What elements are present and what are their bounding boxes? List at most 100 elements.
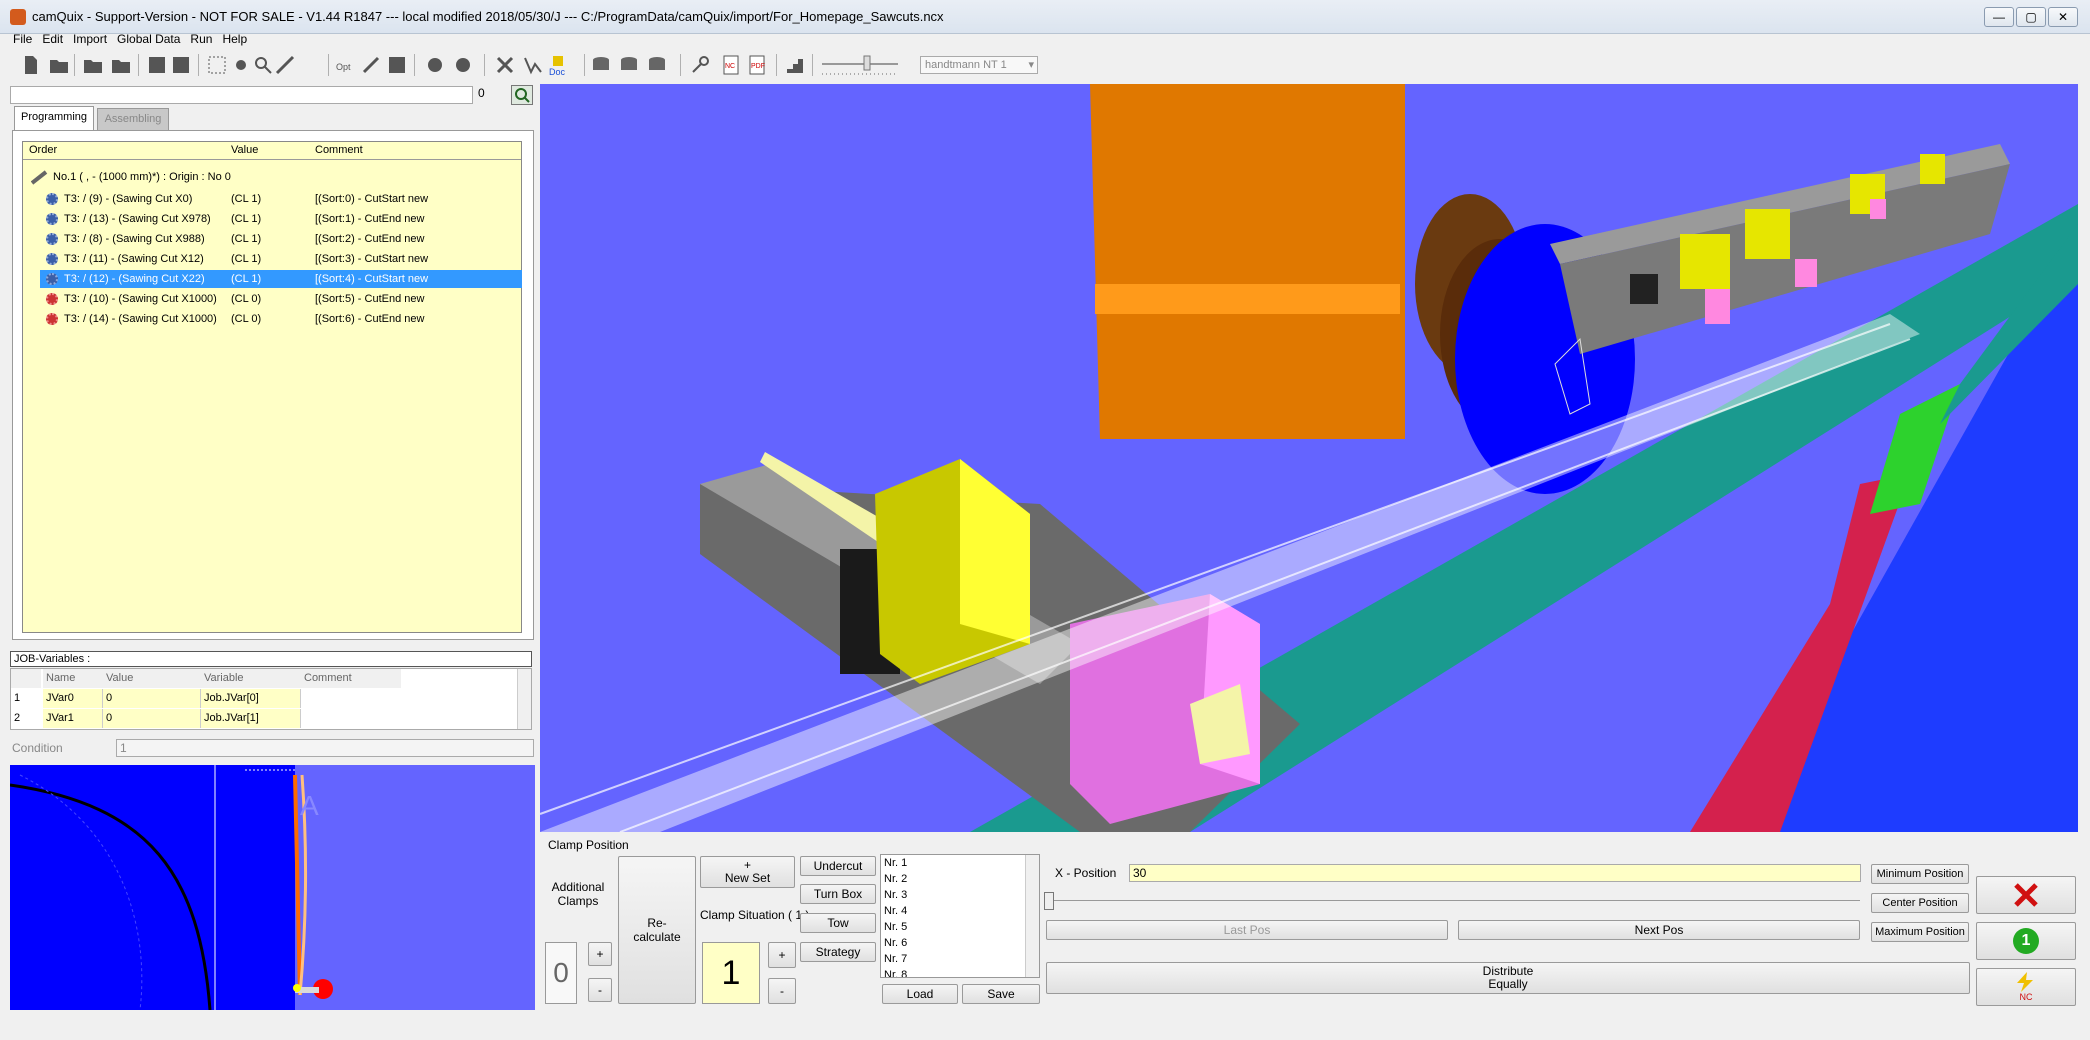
tree-row[interactable]: T3: / (9) - (Sawing Cut X0) (CL 1) [(Sort:… <box>40 190 522 208</box>
list-item[interactable]: Nr. 1 <box>881 855 1039 871</box>
save-as-icon[interactable] <box>170 54 192 76</box>
prev-situation-button[interactable]: - <box>768 978 796 1004</box>
search-icon[interactable] <box>511 85 533 105</box>
var-name[interactable]: JVar1 <box>43 709 103 728</box>
last-pos-button[interactable]: Last Pos <box>1046 920 1448 940</box>
var-variable[interactable]: Job.JVar[0] <box>201 689 301 708</box>
row-comment: [(Sort:0) - CutStart new <box>315 193 429 205</box>
list-item[interactable]: Nr. 8 <box>881 967 1039 977</box>
tree-row[interactable]: T3: / (13) - (Sawing Cut X978) (CL 1) [(So… <box>40 210 522 228</box>
var-name[interactable]: JVar0 <box>43 689 103 708</box>
hedgehog-alt-icon[interactable] <box>452 54 474 76</box>
menu-global-data[interactable]: Global Data <box>112 30 185 48</box>
load-button[interactable]: Load <box>882 984 958 1004</box>
tree-row[interactable]: T3: / (11) - (Sawing Cut X12) (CL 1) [(Sor… <box>40 250 522 268</box>
tree-row[interactable]: T3: / (8) - (Sawing Cut X988) (CL 1) [(Sor… <box>40 230 522 248</box>
var-variable[interactable]: Job.JVar[1] <box>201 709 301 728</box>
maximize-button[interactable]: ▢ <box>2016 7 2046 27</box>
menu-edit[interactable]: Edit <box>37 30 68 48</box>
clamp-list[interactable]: Nr. 1 Nr. 2 Nr. 3 Nr. 4 Nr. 5 Nr. 6 Nr. … <box>880 854 1040 978</box>
add-point-icon[interactable] <box>230 54 252 76</box>
new-file-icon[interactable] <box>20 54 42 76</box>
tab-assembling[interactable]: Assembling <box>97 108 169 130</box>
turn-box-button[interactable]: Turn Box <box>800 884 876 904</box>
recalculate-button[interactable]: Re- calculate <box>618 856 696 1004</box>
add-clamp-button[interactable]: + <box>588 942 612 966</box>
clamp-list-scrollbar[interactable] <box>1025 855 1039 977</box>
stairs-icon[interactable] <box>784 54 806 76</box>
doc-icon[interactable]: Doc <box>548 54 570 76</box>
ok-button[interactable]: 1 <box>1976 922 2076 960</box>
job-variables-table: Name Value Variable Comment 1 JVar0 0 Jo… <box>10 668 532 730</box>
zoom-icon[interactable] <box>252 54 274 76</box>
maximum-position-button[interactable]: Maximum Position <box>1871 922 1969 942</box>
tree-row-selected[interactable]: T3: / (12) - (Sawing Cut X22) (CL 1) [(Sor… <box>40 270 522 288</box>
cancel-button[interactable] <box>1976 876 2076 914</box>
save-button[interactable]: Save <box>962 984 1040 1004</box>
table-icon[interactable] <box>386 54 408 76</box>
distribute-equally-button[interactable]: Distribute Equally <box>1046 962 1970 994</box>
measure-icon[interactable] <box>274 54 296 76</box>
var-value[interactable]: 0 <box>103 709 201 728</box>
generate-nc-button[interactable]: NC <box>1976 968 2076 1006</box>
database-export-icon[interactable] <box>646 54 668 76</box>
list-item[interactable]: Nr. 5 <box>881 919 1039 935</box>
row-value: (CL 1) <box>231 233 262 245</box>
key-icon[interactable] <box>690 54 712 76</box>
list-item[interactable]: Nr. 2 <box>881 871 1039 887</box>
machine-select[interactable]: handtmann NT 1 ▾ <box>920 56 1038 74</box>
zoom-slider[interactable] <box>820 54 900 78</box>
next-pos-button[interactable]: Next Pos <box>1458 920 1860 940</box>
menu-run[interactable]: Run <box>185 30 217 48</box>
remove-clamp-button[interactable]: - <box>588 978 612 1002</box>
nc-file-icon[interactable]: NC <box>720 54 742 76</box>
new-set-button[interactable]: + New Set <box>700 856 795 888</box>
tree-row[interactable]: T3: / (14) - (Sawing Cut X1000) (CL 0) [(S… <box>40 310 522 328</box>
undercut-button[interactable]: Undercut <box>800 856 876 876</box>
minimize-button[interactable]: — <box>1984 7 2014 27</box>
graph-icon[interactable] <box>522 54 544 76</box>
grid-select-icon[interactable] <box>206 54 228 76</box>
tree-root[interactable]: No.1 ( , - (1000 mm)*) : Origin : No 0 <box>27 168 509 186</box>
tree-row[interactable]: T3: / (10) - (Sawing Cut X1000) (CL 0) [(S… <box>40 290 522 308</box>
condition-field[interactable] <box>116 739 534 757</box>
list-item[interactable]: Nr. 6 <box>881 935 1039 951</box>
tab-programming[interactable]: Programming <box>14 106 94 130</box>
menu-file[interactable]: File <box>8 30 37 48</box>
list-item[interactable]: Nr. 4 <box>881 903 1039 919</box>
database-icon[interactable] <box>590 54 612 76</box>
pen-icon[interactable] <box>360 54 382 76</box>
menu-help[interactable]: Help <box>217 30 252 48</box>
import-folder-icon[interactable] <box>82 54 104 76</box>
save-icon[interactable] <box>146 54 168 76</box>
delete-icon[interactable] <box>494 54 516 76</box>
tree-root-label: No.1 ( , - (1000 mm)*) : Origin : No 0 <box>53 171 231 183</box>
x-position-field[interactable] <box>1129 864 1861 882</box>
search-input[interactable] <box>10 86 473 104</box>
menu-import[interactable]: Import <box>68 30 112 48</box>
title-bar: camQuix - Support-Version - NOT FOR SALE… <box>0 0 2090 34</box>
list-item[interactable]: Nr. 3 <box>881 887 1039 903</box>
minimum-position-button[interactable]: Minimum Position <box>1871 864 1969 884</box>
pdf-file-icon[interactable]: PDF <box>746 54 768 76</box>
next-situation-button[interactable]: + <box>768 942 796 968</box>
list-item[interactable]: Nr. 7 <box>881 951 1039 967</box>
close-window-button[interactable]: ✕ <box>2048 7 2078 27</box>
center-position-button[interactable]: Center Position <box>1871 893 1969 913</box>
database-add-icon[interactable] <box>618 54 640 76</box>
strategy-button[interactable]: Strategy <box>800 942 876 962</box>
job-variables-scrollbar[interactable] <box>517 669 531 729</box>
3d-viewport[interactable] <box>540 84 2078 832</box>
export-folder-icon[interactable] <box>110 54 132 76</box>
x-position-slider[interactable] <box>1044 892 1054 910</box>
tow-button[interactable]: Tow <box>800 913 876 933</box>
var-value[interactable]: 0 <box>103 689 201 708</box>
row-number: 2 <box>14 712 21 724</box>
open-folder-icon[interactable] <box>48 54 70 76</box>
optimize-icon[interactable]: Opt <box>334 54 356 76</box>
clamp-situation-label: Clamp Situation ( 1 ) <box>700 908 810 922</box>
menu-bar: File Edit Import Global Data Run Help <box>0 30 2090 48</box>
hedgehog-icon[interactable] <box>424 54 446 76</box>
col-order: Order <box>29 144 58 156</box>
nc-label: NC <box>2019 992 2033 1002</box>
